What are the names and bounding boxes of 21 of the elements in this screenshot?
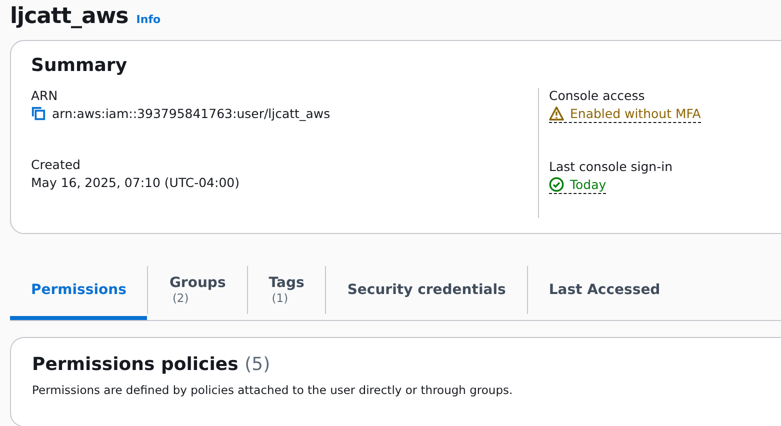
- field-value: arn:aws:iam::393795841763:user/ljcatt_aws: [52, 106, 330, 121]
- tab[interactable]: Security credentials: [326, 260, 527, 320]
- tab[interactable]: Last Accessed: [528, 260, 682, 320]
- tab[interactable]: Permissions: [10, 260, 148, 320]
- tab[interactable]: Groups (2): [148, 260, 247, 320]
- copy-icon[interactable]: [31, 106, 46, 121]
- status-value[interactable]: Enabled without MFA: [549, 106, 701, 123]
- field-label: Created: [31, 157, 82, 172]
- card-title: Permissions policies (5): [32, 354, 272, 375]
- card-description: Permissions are defined by policies attached to the user directly or through groups.: [32, 383, 514, 397]
- card-title: Summary: [31, 55, 128, 76]
- field-value: May 16, 2025, 07:10 (UTC-04:00): [31, 175, 240, 190]
- warning-icon: [549, 106, 564, 121]
- info-link[interactable]: Info: [136, 13, 161, 26]
- field-label: ARN: [31, 88, 59, 103]
- page-title: ljcatt_aws: [10, 4, 128, 29]
- tab[interactable]: Tags (1): [248, 260, 326, 320]
- field-label: Last console sign-in: [549, 159, 674, 174]
- field-label: Console access: [549, 88, 646, 103]
- status-value[interactable]: Today: [549, 177, 606, 194]
- check-circle-icon: [549, 177, 564, 192]
